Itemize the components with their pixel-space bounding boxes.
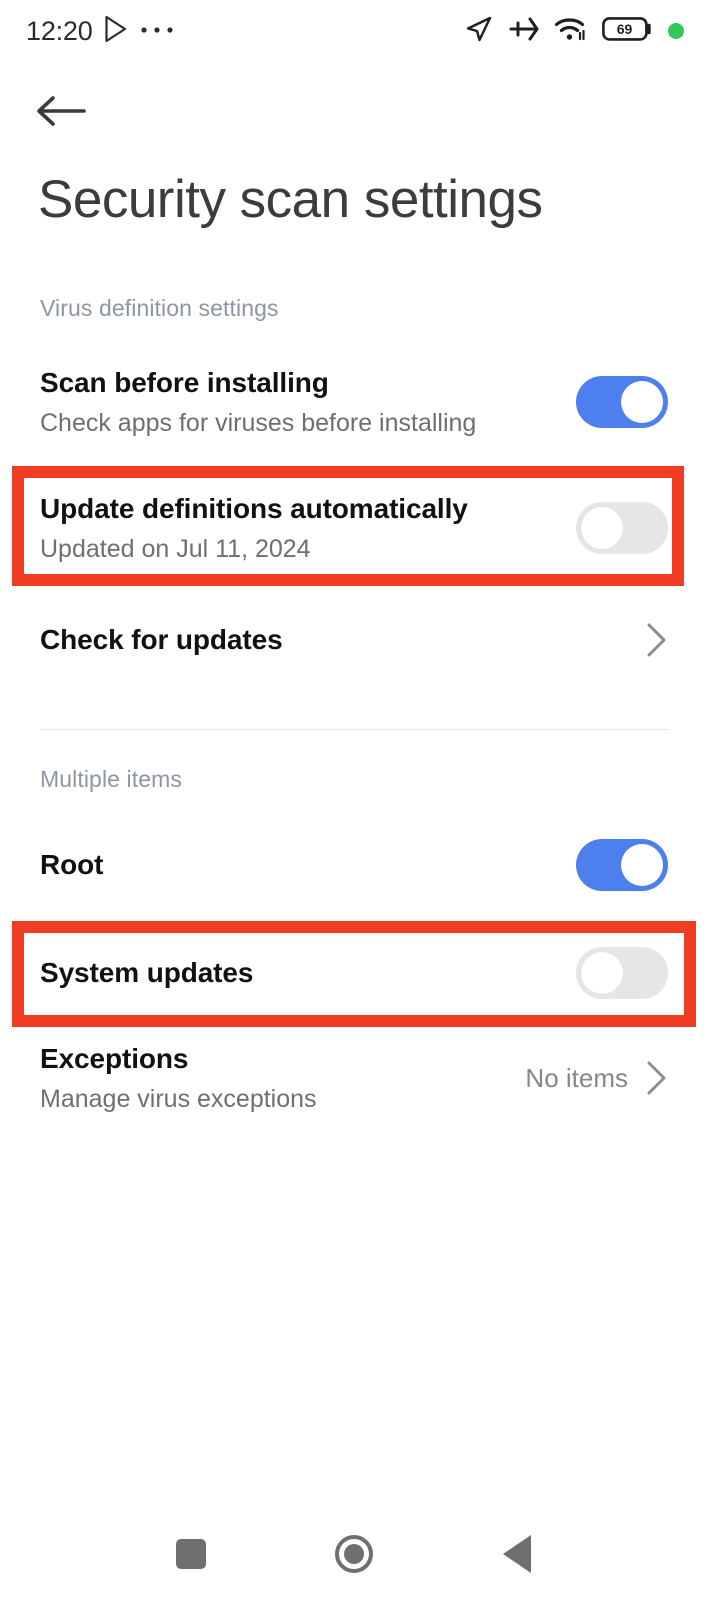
row-texts: System updates xyxy=(40,956,576,990)
home-button[interactable] xyxy=(319,1519,389,1589)
play-store-icon xyxy=(104,15,129,48)
top-app-bar xyxy=(0,78,708,144)
recents-square-icon xyxy=(176,1539,207,1569)
wifi-icon xyxy=(554,15,588,48)
toggle-knob xyxy=(581,507,623,549)
status-bar: 12:20 69 xyxy=(0,0,708,62)
svg-text:69: 69 xyxy=(617,21,633,37)
section-header-multiple-items: Multiple items xyxy=(40,766,182,792)
row-control xyxy=(576,376,668,428)
toggle-update-definitions-automatically[interactable] xyxy=(576,502,668,554)
row-control xyxy=(646,622,668,658)
row-subtitle: Manage virus exceptions xyxy=(40,1084,317,1113)
section-header-virus-definition-settings: Virus definition settings xyxy=(40,295,279,321)
row-title: Root xyxy=(40,849,104,880)
status-bar-clock: 12:20 xyxy=(26,15,93,46)
row-title: Scan before installing xyxy=(40,366,329,398)
row-update-definitions-automatically[interactable]: Update definitions automatically Updated… xyxy=(0,482,708,574)
more-horizontal-icon xyxy=(140,22,174,40)
row-title: Exceptions xyxy=(40,1042,189,1074)
recording-indicator-dot xyxy=(668,23,684,39)
section-divider xyxy=(40,729,668,730)
row-texts: Check for updates xyxy=(40,623,646,657)
page-title: Security scan settings xyxy=(38,170,543,229)
row-texts: Update definitions automatically Updated… xyxy=(40,492,576,565)
back-button[interactable] xyxy=(30,84,92,138)
row-subtitle: Check apps for viruses before installing xyxy=(40,408,477,437)
system-navigation-bar xyxy=(0,1506,708,1602)
chevron-right-icon xyxy=(647,1061,666,1095)
row-check-for-updates[interactable]: Check for updates xyxy=(0,608,708,672)
exceptions-value: No items xyxy=(525,1062,628,1093)
row-texts: Root xyxy=(40,848,576,882)
phone-screen: 12:20 69 Security scan settings Virus de… xyxy=(0,0,708,1602)
recents-button[interactable] xyxy=(156,1519,226,1589)
row-title: Update definitions automatically xyxy=(40,492,468,524)
arrow-left-icon xyxy=(37,96,86,126)
row-title: System updates xyxy=(40,957,254,988)
back-triangle-icon xyxy=(502,1535,531,1573)
row-scan-before-installing[interactable]: Scan before installing Check apps for vi… xyxy=(0,356,708,448)
toggle-knob xyxy=(621,381,663,423)
row-system-updates[interactable]: System updates xyxy=(0,938,708,1008)
row-control xyxy=(576,502,668,554)
airplane-mode-icon xyxy=(508,14,540,49)
row-title: Check for updates xyxy=(40,624,283,655)
chevron-right-icon xyxy=(647,623,666,657)
toggle-knob xyxy=(621,844,663,886)
row-root[interactable]: Root xyxy=(0,830,708,900)
battery-icon: 69 xyxy=(602,15,654,48)
location-arrow-icon xyxy=(464,14,494,49)
row-exceptions[interactable]: Exceptions Manage virus exceptions No it… xyxy=(0,1032,708,1124)
toggle-system-updates[interactable] xyxy=(576,947,668,999)
row-control xyxy=(576,839,668,891)
toggle-root[interactable] xyxy=(576,839,668,891)
row-control: No items xyxy=(525,1060,668,1096)
status-bar-right: 69 xyxy=(464,14,684,49)
row-texts: Exceptions Manage virus exceptions xyxy=(40,1042,525,1115)
status-bar-left: 12:20 xyxy=(26,15,174,48)
row-control xyxy=(576,947,668,999)
back-nav-button[interactable] xyxy=(482,1519,552,1589)
toggle-scan-before-installing[interactable] xyxy=(576,376,668,428)
home-circle-icon xyxy=(334,1535,373,1573)
toggle-knob xyxy=(581,952,623,994)
row-texts: Scan before installing Check apps for vi… xyxy=(40,366,576,439)
row-subtitle: Updated on Jul 11, 2024 xyxy=(40,534,311,563)
